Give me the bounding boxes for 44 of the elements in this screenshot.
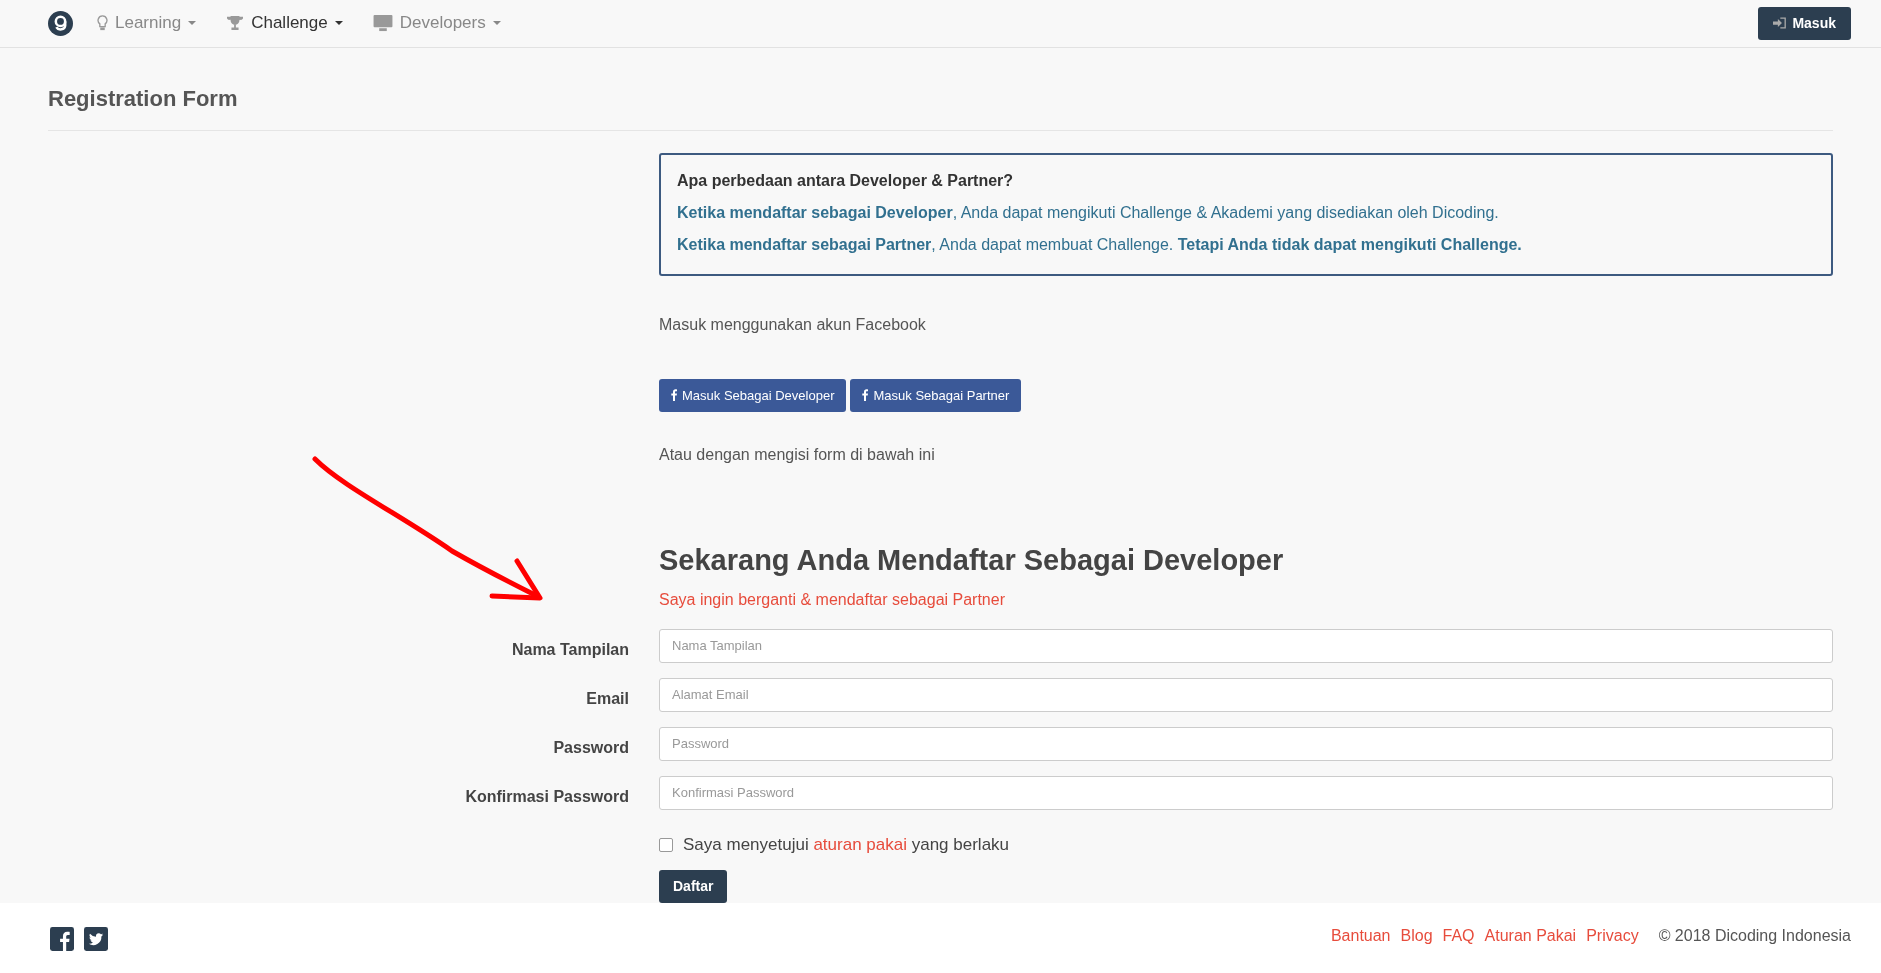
facebook-prompt: Masuk menggunakan akun Facebook: [659, 315, 927, 334]
terms-link[interactable]: aturan pakai: [813, 834, 907, 854]
nav-menu-item[interactable]: Learning: [97, 13, 197, 34]
input-field[interactable]: Konfirmasi Password: [659, 775, 1833, 810]
lightbulb-icon: [97, 15, 108, 32]
caret-icon: [334, 21, 343, 26]
facebook-login-button[interactable]: Masuk Sebagai Partner: [850, 378, 1022, 412]
facebook-icon[interactable]: [50, 926, 74, 951]
field-label: Password: [552, 737, 629, 757]
field-label: Konfirmasi Password: [464, 786, 629, 806]
form-heading: Sekarang Anda Mendaftar Sebagai Developer: [659, 543, 1285, 577]
trophy-icon: [226, 15, 245, 32]
nav-menu-item[interactable]: Challenge: [226, 13, 343, 34]
twitter-icon[interactable]: [84, 926, 108, 951]
footer-link[interactable]: Bantuan: [1330, 926, 1391, 945]
input-field[interactable]: Nama Tampilan: [659, 628, 1833, 663]
page-title: Registration Form: [48, 47, 1833, 131]
input-field[interactable]: Password: [659, 726, 1833, 761]
field-label: Nama Tampilan: [510, 639, 629, 659]
logo-icon[interactable]: [48, 10, 73, 36]
caret-icon: [492, 21, 501, 26]
facebook-icon: [671, 389, 677, 401]
info-question: Apa perbedaan antara Developer & Partner?: [677, 170, 1015, 191]
facebook-icon: [862, 389, 869, 401]
form-prompt: Atau dengan mengisi form di bawah ini: [659, 445, 936, 464]
info-text: Ketika mendaftar sebagai Partner, Anda dapat membuat Challenge. Tetapi Anda tidak dapat mengikuti Challenge.: [677, 234, 1523, 255]
field-label: Email: [585, 688, 629, 708]
input-field[interactable]: Alamat Email: [659, 677, 1833, 712]
monitor-icon: [372, 14, 393, 32]
nav-menu-item[interactable]: Developers: [372, 13, 501, 34]
terms-checkbox[interactable]: [659, 837, 673, 852]
submit-button[interactable]: Daftar: [659, 869, 728, 903]
switch-role-link[interactable]: Saya ingin berganti & mendaftar sebagai Partner: [659, 590, 1005, 609]
caret-icon: [188, 21, 197, 26]
login-button[interactable]: Masuk: [1758, 6, 1851, 40]
footer-link[interactable]: Aturan Pakai: [1484, 926, 1577, 945]
copyright-text: © 2018 Dicoding Indonesia: [1658, 926, 1851, 945]
sign-in-icon: [1773, 17, 1787, 30]
facebook-login-button[interactable]: Masuk Sebagai Developer: [659, 378, 847, 412]
terms-text: Saya menyetujui aturan pakai yang berlaku: [683, 834, 1010, 855]
info-text: Ketika mendaftar sebagai Developer, Anda dapat mengikuti Challenge & Akademi yang disediakan oleh Dicoding.: [677, 202, 1500, 223]
footer-link[interactable]: Privacy: [1586, 926, 1639, 945]
footer-link[interactable]: Blog: [1400, 926, 1433, 945]
footer-link[interactable]: FAQ: [1442, 926, 1475, 945]
